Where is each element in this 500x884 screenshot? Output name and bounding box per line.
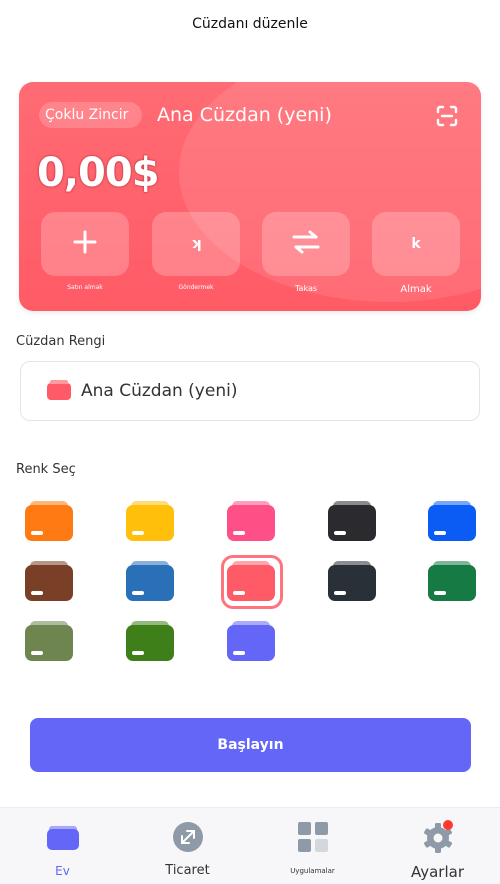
swatch-body <box>227 625 275 661</box>
swatch-body <box>227 505 275 541</box>
color-swatch[interactable] <box>25 561 73 601</box>
plus-icon <box>72 229 98 259</box>
color-swatch[interactable] <box>126 501 174 541</box>
wallet-name: Ana Cüzdan (yeni) <box>157 104 332 126</box>
color-swatch[interactable] <box>328 561 376 601</box>
send-label: Göndermek <box>178 284 214 291</box>
wallet-icon <box>47 379 71 400</box>
scan-icon[interactable] <box>435 104 459 128</box>
tab-trade-label: Ticaret <box>165 863 210 878</box>
pick-color-label: Renk Seç <box>16 462 76 477</box>
swatch-body <box>126 565 174 601</box>
swatch-body <box>428 505 476 541</box>
color-swatch[interactable] <box>227 621 275 661</box>
start-button[interactable]: Başlayın <box>30 718 471 772</box>
send-button[interactable]: ʞ <box>152 212 240 276</box>
color-swatch[interactable] <box>428 501 476 541</box>
swatch-slot <box>31 531 43 535</box>
swatch-lid <box>232 561 270 569</box>
tab-settings-label: Ayarlar <box>410 863 464 881</box>
receive-label: Almak <box>400 284 432 295</box>
color-swatch[interactable] <box>428 561 476 601</box>
swatch-body <box>25 565 73 601</box>
wallet-name-value: Ana Cüzdan (yeni) <box>81 381 238 401</box>
apps-grid-icon <box>295 820 331 854</box>
swatch-slot <box>434 591 446 595</box>
swatch-slot <box>233 651 245 655</box>
swatch-slot <box>334 591 346 595</box>
swatch-body <box>328 505 376 541</box>
tab-trade[interactable]: Ticaret <box>125 808 250 884</box>
swatch-slot <box>132 531 144 535</box>
receive-icon: k <box>411 236 421 252</box>
swatch-body <box>428 565 476 601</box>
swap-icon <box>291 230 321 258</box>
color-swatch[interactable] <box>328 501 376 541</box>
swatch-slot <box>132 591 144 595</box>
swatch-slot <box>31 651 43 655</box>
tab-apps-label: Uygulamalar <box>290 867 335 875</box>
swatch-slot <box>434 531 446 535</box>
swatch-slot <box>31 591 43 595</box>
tab-apps[interactable]: Uygulamalar <box>250 808 375 884</box>
swap-button[interactable] <box>262 212 350 276</box>
wallet-card: Çoklu Zincir Ana Cüzdan (yeni) 0,00$ Sat… <box>19 82 481 311</box>
receive-button[interactable]: k <box>372 212 460 276</box>
buy-label: Satın almak <box>67 284 103 291</box>
chain-label: Çoklu Zincir <box>45 107 129 123</box>
swatch-slot <box>233 531 245 535</box>
balance-amount: 0,00$ <box>37 150 160 196</box>
trade-icon <box>170 820 206 854</box>
color-swatch[interactable] <box>25 621 73 661</box>
swatch-body <box>126 625 174 661</box>
swatch-slot <box>132 651 144 655</box>
color-swatch[interactable] <box>126 621 174 661</box>
swatch-body <box>126 505 174 541</box>
color-swatch[interactable] <box>25 501 73 541</box>
swatch-body <box>25 625 73 661</box>
page-title: Cüzdanı düzenle <box>192 16 308 32</box>
tab-home-label: Ev <box>55 864 70 878</box>
swap-label: Takas <box>294 284 318 293</box>
chain-badge: Çoklu Zincir <box>39 102 143 128</box>
wallet-color-label: Cüzdan Rengi <box>16 334 106 349</box>
swatch-body <box>25 505 73 541</box>
swatch-slot <box>233 591 245 595</box>
send-icon: ʞ <box>190 236 202 252</box>
color-swatch[interactable] <box>221 555 283 609</box>
wallet-name-field[interactable]: Ana Cüzdan (yeni) <box>20 361 480 421</box>
wallet-icon <box>45 820 81 854</box>
color-swatch[interactable] <box>227 501 275 541</box>
gear-icon <box>420 820 456 854</box>
bottom-tab-bar: Ev Ticaret Uygulamalar Ayarlar <box>0 807 500 884</box>
buy-button[interactable] <box>41 212 129 276</box>
tab-settings[interactable]: Ayarlar <box>375 808 500 884</box>
tab-home[interactable]: Ev <box>0 808 125 884</box>
swatch-body <box>227 565 275 601</box>
swatch-slot <box>334 531 346 535</box>
swatch-body <box>328 565 376 601</box>
color-swatch[interactable] <box>126 561 174 601</box>
